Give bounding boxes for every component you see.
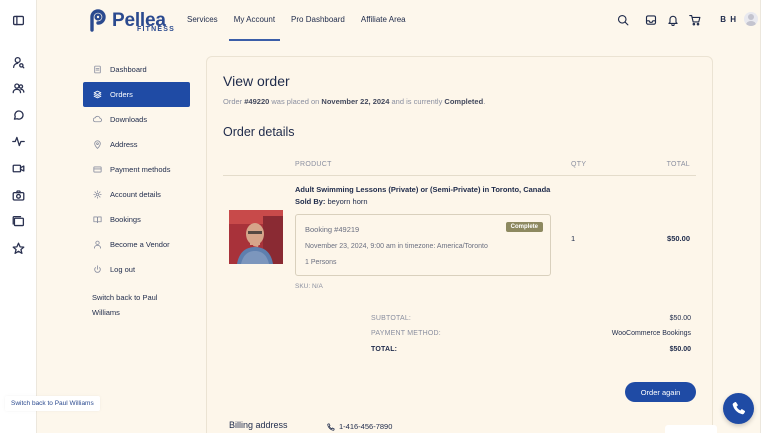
sidebar-item-label: Downloads: [110, 115, 148, 124]
star-icon[interactable]: [10, 240, 27, 257]
card-icon: [92, 165, 102, 175]
sidebar-item-label: Orders: [110, 90, 133, 99]
cart-icon[interactable]: [688, 13, 702, 27]
nav-services[interactable]: Services: [187, 15, 218, 24]
column-header-qty: QTY: [571, 161, 587, 168]
sidebar-item-dashboard[interactable]: Dashboard: [83, 57, 190, 82]
booking-title[interactable]: Booking #49219: [305, 225, 359, 234]
order-details-title: Order details: [223, 125, 295, 139]
sidebar-item-payment-methods[interactable]: Payment methods: [83, 157, 190, 182]
sidebar-item-label: Payment methods: [110, 165, 171, 174]
avatar[interactable]: [744, 12, 758, 26]
top-header: Pellea FITNESS Services My Account Pro D…: [37, 0, 760, 41]
sidebar-item-label: Log out: [110, 265, 136, 274]
booking-persons: 1 Persons: [305, 259, 337, 266]
user-icon: [92, 240, 102, 250]
user-search-icon[interactable]: [10, 54, 27, 71]
nav-affiliate-area[interactable]: Affiliate Area: [361, 15, 406, 24]
sidebar-item-become-a-vendor[interactable]: Become a Vendor: [83, 232, 190, 257]
booking-box: Booking #49219 Complete November 23, 202…: [295, 214, 551, 276]
summary-label: SUBTOTAL:: [371, 315, 412, 322]
order-again-button[interactable]: Order again: [625, 382, 696, 402]
sidebar-item-orders[interactable]: Orders: [83, 82, 190, 107]
account-sidebar: Dashboard Orders Downloads Address Payme…: [83, 57, 190, 320]
status-badge: Complete: [505, 222, 543, 232]
call-button[interactable]: [723, 393, 754, 424]
sold-by: Sold By: beyorn horn: [295, 197, 368, 206]
bell-icon[interactable]: [666, 13, 680, 27]
download-icon: [92, 115, 102, 125]
main-nav: Services My Account Pro Dashboard Affili…: [187, 15, 422, 41]
sold-by-label: Sold By:: [295, 197, 326, 206]
nav-pro-dashboard[interactable]: Pro Dashboard: [291, 15, 345, 24]
order-placed-text: Order #49220 was placed on November 22, …: [223, 97, 485, 106]
sidebar-item-account-details[interactable]: Account details: [83, 182, 190, 207]
dashboard-icon: [92, 65, 102, 75]
summary-value: $50.00: [669, 346, 691, 353]
item-total: $50.00: [667, 234, 690, 243]
page-title: View order: [223, 73, 290, 89]
sidebar-item-label: Become a Vendor: [110, 240, 170, 249]
sidebar-item-bookings[interactable]: Bookings: [83, 207, 190, 232]
item-sku: SKU: N/A: [295, 283, 323, 290]
billing-phone: 1-416-456-7890: [327, 422, 392, 431]
table-divider: [223, 175, 696, 176]
brand-sub: FITNESS: [137, 26, 175, 33]
billing-address-title: Billing address: [229, 420, 288, 430]
sidebar-item-log-out[interactable]: Log out: [83, 257, 190, 282]
item-qty: 1: [571, 234, 576, 243]
chat-icon[interactable]: [10, 107, 27, 124]
nav-my-account[interactable]: My Account: [228, 15, 281, 41]
status-mid: and is currently: [389, 97, 445, 106]
sidebar-item-label: Dashboard: [110, 65, 147, 74]
bottom-panel-edge: [665, 425, 717, 433]
billing-phone-number: 1-416-456-7890: [339, 422, 393, 431]
product-name[interactable]: Adult Swimming Lessons (Private) or (Sem…: [295, 185, 550, 194]
left-icon-rail: [0, 0, 37, 433]
order-number: #49220: [244, 97, 270, 106]
power-icon: [92, 265, 102, 275]
orders-icon: [92, 90, 102, 100]
booking-date: November 23, 2024, 9:00 am in timezone: …: [305, 243, 488, 250]
users-icon[interactable]: [10, 80, 27, 97]
phone-icon: [327, 422, 335, 431]
sidebar-toggle-icon[interactable]: [10, 12, 27, 29]
switch-back-floating-link[interactable]: Switch back to Paul Williams: [5, 396, 100, 411]
right-edge-bar: [760, 0, 768, 433]
vendor-name[interactable]: beyorn horn: [328, 197, 368, 206]
header-icons: [608, 13, 702, 27]
sidebar-item-label: Account details: [110, 190, 161, 199]
summary-value: WooCommerce Bookings: [611, 330, 691, 337]
book-icon: [92, 215, 102, 225]
location-icon: [92, 140, 102, 150]
phone-icon: [732, 401, 746, 415]
user-initials[interactable]: B H: [720, 15, 737, 24]
inbox-icon[interactable]: [644, 13, 658, 27]
sidebar-item-address[interactable]: Address: [83, 132, 190, 157]
order-card: View order Order #49220 was placed on No…: [206, 56, 713, 433]
order-date: November 22, 2024: [321, 97, 390, 106]
order-status: Completed: [444, 97, 484, 106]
column-header-total: TOTAL: [666, 161, 690, 168]
column-header-product: PRODUCT: [295, 161, 332, 168]
placed-prefix: Order: [223, 97, 245, 106]
gear-icon: [92, 190, 102, 200]
video-icon[interactable]: [10, 160, 27, 177]
sidebar-item-downloads[interactable]: Downloads: [83, 107, 190, 132]
summary-value: $50.00: [669, 315, 691, 322]
switch-back-link[interactable]: Switch back to Paul Williams: [83, 290, 163, 320]
sidebar-item-label: Address: [110, 140, 138, 149]
search-icon[interactable]: [616, 13, 630, 27]
status-end: .: [483, 97, 486, 106]
sidebar-item-label: Bookings: [110, 215, 141, 224]
logo-mark-icon: [90, 9, 106, 32]
product-thumbnail[interactable]: [229, 210, 283, 264]
summary-label: TOTAL:: [371, 346, 398, 353]
summary-label: PAYMENT METHOD:: [371, 330, 441, 337]
camera-icon[interactable]: [10, 187, 27, 204]
placed-mid: was placed on: [269, 97, 322, 106]
activity-icon[interactable]: [10, 133, 27, 150]
folder-icon[interactable]: [10, 213, 27, 230]
